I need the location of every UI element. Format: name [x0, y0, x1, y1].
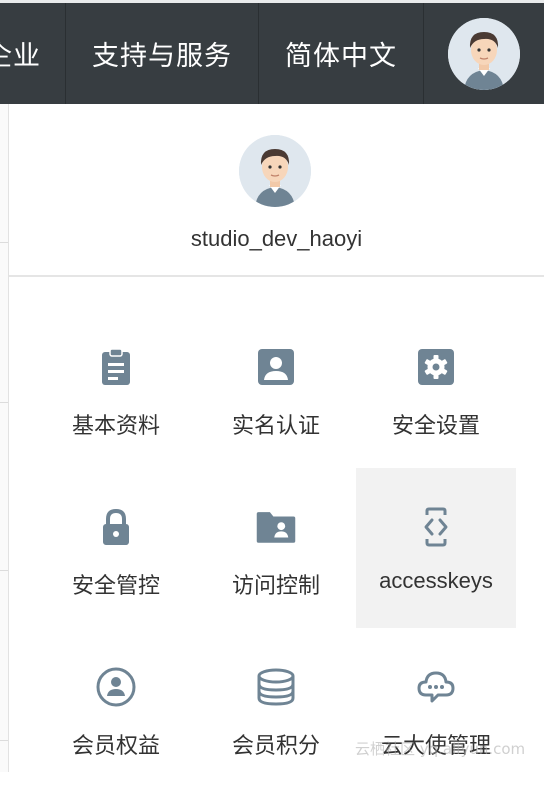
- divider: [0, 740, 8, 741]
- divider: [0, 570, 8, 571]
- menu-item-member-points[interactable]: 会员积分: [196, 628, 356, 788]
- coin-stack-icon: [255, 666, 297, 708]
- cloud-chat-icon: [415, 666, 457, 708]
- divider: [0, 242, 8, 243]
- menu-item-label: 会员权益: [71, 734, 160, 759]
- code-brackets-icon: [415, 506, 457, 548]
- menu-item-access-control[interactable]: 访问控制: [196, 468, 356, 628]
- gear-icon: [415, 346, 457, 388]
- profile-header: studio_dev_haoyi: [9, 104, 544, 277]
- top-navigation-bar: 企业 支持与服务 简体中文: [0, 0, 544, 104]
- menu-item-label: 安全设置: [391, 414, 480, 439]
- menu-item-label: 访问控制: [231, 574, 320, 599]
- menu-item-security-control[interactable]: 安全管控: [36, 468, 196, 628]
- watermark: 云栖社区 yq.aliyun.com: [355, 740, 526, 758]
- language-selector[interactable]: 简体中文: [259, 3, 424, 104]
- account-menu-trigger[interactable]: [424, 3, 544, 104]
- nav-support-label: 支持与服务: [92, 41, 232, 72]
- member-badge-icon: [95, 666, 137, 708]
- nav-support-services[interactable]: 支持与服务: [66, 3, 259, 104]
- menu-item-label: accesskeys: [379, 568, 493, 593]
- menu-item-label: 安全管控: [71, 574, 160, 599]
- username: studio_dev_haoyi: [190, 226, 363, 251]
- account-dropdown-panel: studio_dev_haoyi 基本资料 实名认证 安全设置 安全管控 访问控…: [9, 104, 544, 772]
- profile-avatar-icon[interactable]: [239, 135, 311, 207]
- lock-icon: [95, 506, 137, 548]
- menu-item-real-name-auth[interactable]: 实名认证: [196, 308, 356, 468]
- menu-item-label: 基本资料: [71, 414, 160, 439]
- menu-item-accesskeys[interactable]: accesskeys: [356, 468, 516, 628]
- id-card-icon: [255, 346, 297, 388]
- background-page-edge: [0, 104, 9, 772]
- nav-enterprise-label: 企业: [0, 41, 41, 72]
- menu-item-cloud-ambassador[interactable]: 云大使管理: [356, 628, 516, 788]
- menu-item-member-benefits[interactable]: 会员权益: [36, 628, 196, 788]
- user-avatar-icon: [448, 17, 520, 90]
- folder-user-icon: [255, 506, 297, 548]
- nav-enterprise[interactable]: 企业: [0, 3, 66, 104]
- language-label: 简体中文: [285, 41, 397, 72]
- menu-item-label: 会员积分: [231, 734, 320, 759]
- divider: [0, 402, 8, 403]
- menu-item-label: 实名认证: [231, 414, 320, 439]
- clipboard-icon: [95, 346, 137, 388]
- menu-item-basic-profile[interactable]: 基本资料: [36, 308, 196, 468]
- menu-item-security-settings[interactable]: 安全设置: [356, 308, 516, 468]
